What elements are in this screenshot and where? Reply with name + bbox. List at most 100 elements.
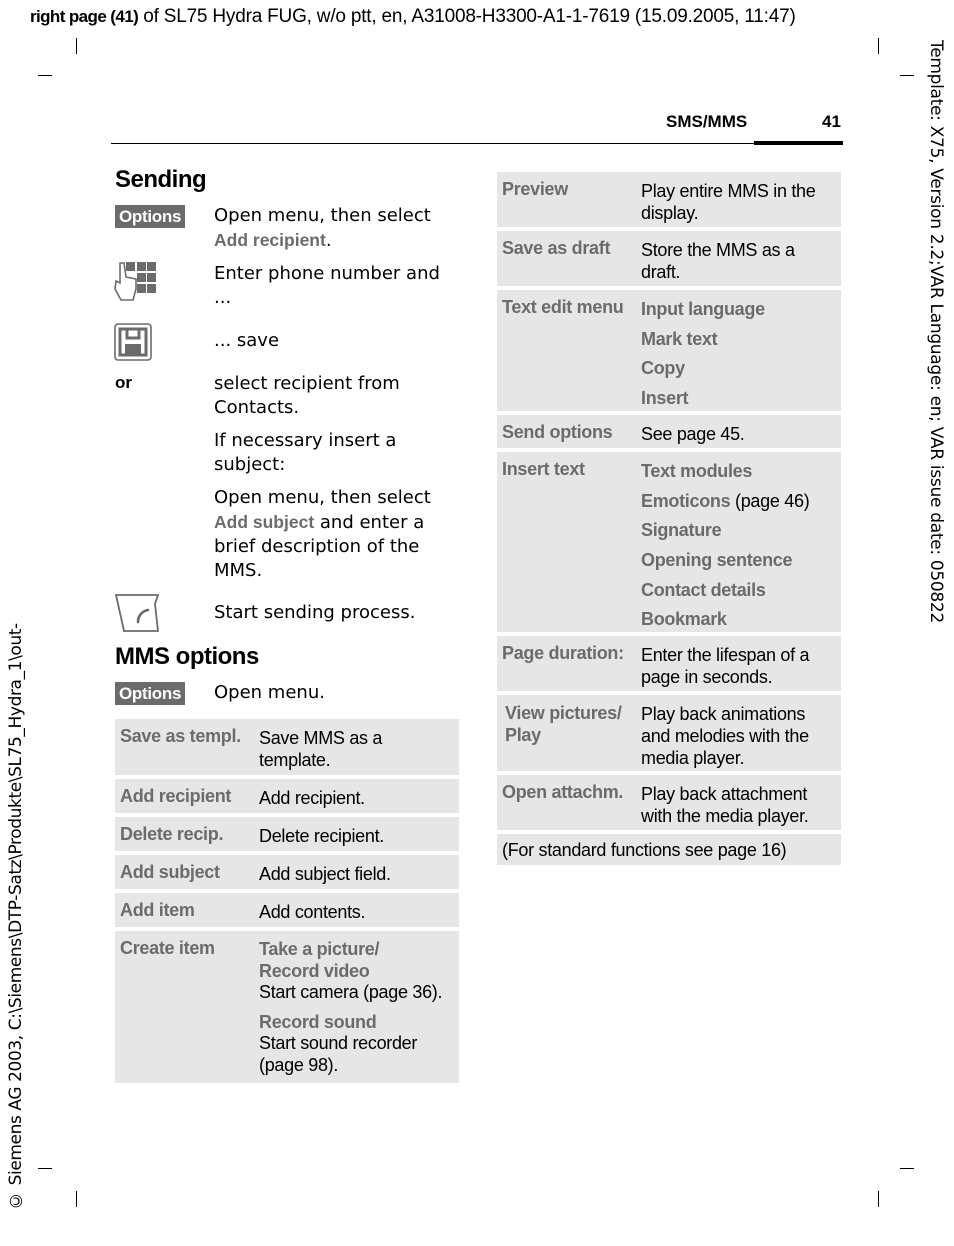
option-description: Save MMS as a template. [259,728,383,770]
menu-ref-add-subject: Add subject [214,512,315,532]
table-row: Preview Play entire MMS in the display. [497,172,841,227]
table-row: Save as draft Store the MMS as a draft. [497,231,841,286]
table-row: Text edit menu Input language Mark text … [497,290,841,411]
header-rule [111,143,754,144]
option-description: See page 45. [641,424,745,444]
submenu-item: Opening sentence [641,550,793,571]
option-name: Insert text [502,459,585,479]
table-row: Delete recip. Delete recipient. [115,817,459,851]
options-softkey: Options [115,682,186,705]
submenu-item: Emoticons (page 46) [641,490,837,512]
options-softkey: Options [115,205,186,228]
table-row: Send options See page 45. [497,415,841,448]
option-description: Play back animations and melodies with t… [641,704,809,768]
crop-mark [38,75,52,76]
submenu-description: Start camera (page 36). [259,982,443,1002]
submenu-record-video: Record video [259,960,370,981]
option-name: Add item [120,900,195,920]
crop-mark [38,1168,52,1169]
option-name: Preview [502,179,568,199]
step-select-contacts: select recipient from Contacts. [214,373,400,418]
step-text: Open menu, then select [214,205,431,226]
submenu-item: Text modules [641,461,753,481]
option-description: Play entire MMS in the display. [641,181,816,223]
save-icon [114,323,152,361]
option-name-line: Play [505,725,541,745]
option-name: Save as draft [502,238,611,258]
table-row: Add item Add contents. [115,893,459,927]
table-row: View pictures/Play Play back animations … [497,695,841,771]
submenu-item: Copy [641,358,685,379]
submenu-item: Input language [641,299,765,319]
submenu-item: Signature [641,520,722,541]
footnote: (For standard functions see page 16) [502,840,787,860]
option-name-line: View pictures/ [505,703,622,723]
option-description: Store the MMS as a draft. [641,240,795,282]
option-name: Send options [502,422,613,442]
submenu-take-picture: Take a picture/ [259,939,380,959]
heading-mms-options: MMS options [115,643,259,670]
option-name: Delete recip. [120,824,224,844]
option-name: View pictures/Play [505,702,622,746]
step-add-recipient: Open menu, then select Add recipient. [214,204,454,253]
table-row: Page duration: Enter the lifespan of a p… [497,636,841,691]
mms-options-table-left: Save as templ. Save MMS as a template. A… [115,719,459,1087]
table-row: Create item Take a picture/ Record video… [115,931,459,1083]
option-name: Add subject [120,862,220,882]
submenu-item: Bookmark [641,609,727,630]
section-title: SMS/MMS [666,112,748,131]
crop-mark [76,38,77,54]
table-row: Open attachm. Play back attachment with … [497,775,841,830]
copyright-path: © Siemens AG 2003, C:\Siemens\DTP-Satz\P… [6,623,26,1210]
crop-mark [878,38,879,54]
option-name: Add recipient [120,786,232,806]
mms-options-table-right: Preview Play entire MMS in the display. … [497,172,841,869]
option-name: Create item [120,938,215,958]
crop-mark [76,1191,77,1207]
option-description: Add recipient. [259,788,365,808]
table-footnote-row: (For standard functions see page 16) [497,834,841,865]
option-name: Save as templ. [120,726,241,746]
step-add-subject: Open menu, then select Add subject and e… [214,486,454,583]
submenu-item: Contact details [641,579,766,600]
page-reference: (page 46) [730,490,810,511]
option-name: Open attachm. [502,782,624,802]
step-save: ... save [214,330,280,351]
table-row: Add subject Add subject field. [115,855,459,889]
crop-mark [900,1168,914,1169]
option-description: Input language Mark text Copy Insert [641,290,841,417]
print-header-page: right page (41) [30,7,139,26]
option-description: Take a picture/ Record video Start camer… [259,931,459,1084]
step-enter-number: Enter phone number and ... [214,263,440,308]
or-label: or [115,373,132,392]
step-start-sending: Start sending process. [214,602,416,623]
option-description: Text modules Emoticons (page 46) Signatu… [641,452,841,638]
option-description: Delete recipient. [259,826,384,846]
option-description: Play back attachment with the media play… [641,784,809,826]
page-number: 41 [822,112,841,131]
heading-sending: Sending [115,166,207,193]
print-header-info: of SL75 Hydra FUG, w/o ptt, en, A31008-H… [138,6,796,27]
option-name: Page duration: [502,643,624,663]
submenu-description: Start sound recorder (page 98). [259,1033,418,1075]
option-description: Enter the lifespan of a page in seconds. [641,645,810,687]
menu-ref-add-recipient: Add recipient [214,230,326,250]
keypad-icon [114,262,156,301]
send-key-icon [114,594,160,632]
crop-mark [900,75,914,76]
submenu-item: Mark text [641,328,718,349]
step-suffix: . [325,230,332,251]
print-header: right page (41) of SL75 Hydra FUG, w/o p… [30,6,796,28]
option-description: Add contents. [259,902,366,922]
submenu-item: Insert [641,388,689,409]
table-row: Insert text Text modules Emoticons (page… [497,452,841,632]
step-text: Open menu, then select [214,487,431,508]
option-description: Add subject field. [259,864,391,884]
table-row: Save as templ. Save MMS as a template. [115,719,459,775]
table-row: Add recipient Add recipient. [115,779,459,813]
step-insert-subject: If necessary insert a subject: [214,430,397,475]
header-rule-accent [754,141,843,145]
option-name: Text edit menu [502,297,624,317]
open-menu-text: Open menu. [214,682,325,703]
template-info: Template: X75, Version 2.2;VAR Language:… [926,40,946,623]
